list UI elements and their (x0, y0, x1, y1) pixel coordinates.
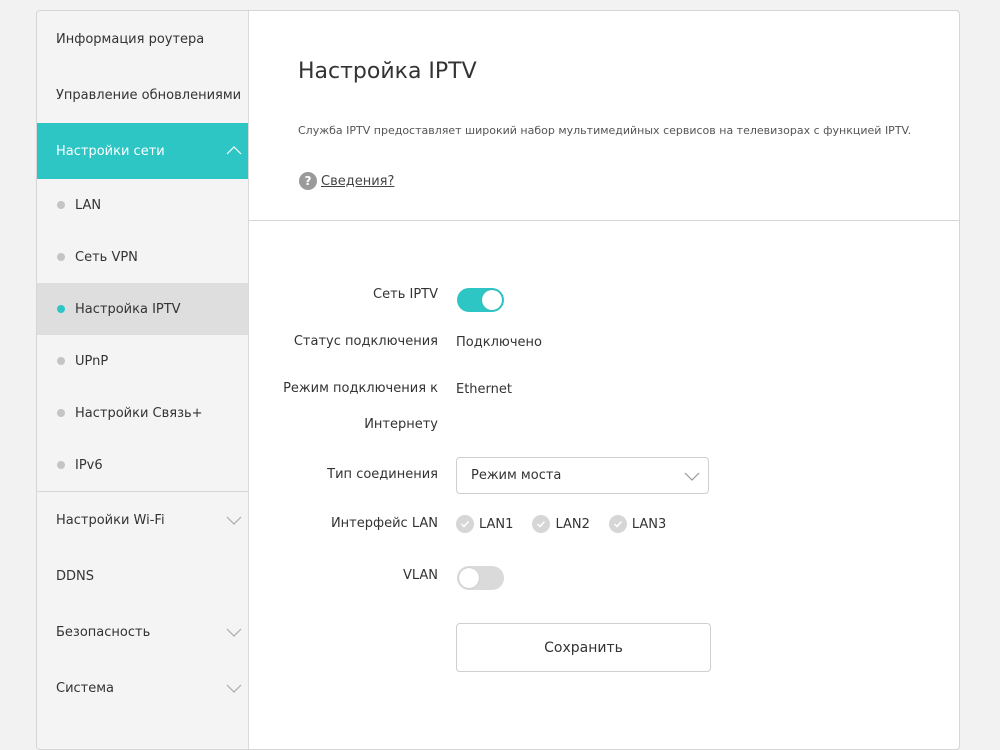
status-value: Подключено (456, 335, 542, 350)
sidebar-item-ddns[interactable]: DDNS (37, 548, 248, 604)
lan3-checkbox[interactable]: LAN3 (608, 515, 667, 533)
chevron-down-icon (226, 516, 242, 525)
network-submenu: LAN Сеть VPN Настройка IPTV UPnP Настрой… (37, 179, 248, 492)
sidebar: Информация роутера Управление обновления… (37, 11, 249, 749)
page-description: Служба IPTV предоставляет широкий набор … (298, 124, 912, 137)
sidebar-item-label: Настройки сети (56, 143, 165, 159)
bullet-dot-icon (57, 305, 65, 313)
sidebar-item-router-info[interactable]: Информация роутера (37, 11, 248, 67)
main-content: Настройка IPTV Служба IPTV предоставляет… (249, 11, 959, 749)
check-icon (608, 515, 627, 533)
lan-label: Интерфейс LAN (330, 516, 438, 531)
lan-option-label: LAN3 (631, 516, 667, 532)
save-button[interactable]: Сохранить (456, 623, 711, 672)
sidebar-subitem-label: UPnP (75, 353, 109, 369)
lan-option-label: LAN1 (479, 516, 514, 532)
lan1-checkbox[interactable]: LAN1 (456, 515, 513, 533)
sidebar-subitem-iptv[interactable]: Настройка IPTV (37, 283, 248, 335)
page-title: Настройка IPTV (298, 59, 477, 84)
sidebar-item-system[interactable]: Система (37, 660, 248, 716)
question-icon: ? (299, 172, 317, 190)
iptv-label: Сеть IPTV (373, 287, 438, 302)
sidebar-item-label: Система (56, 680, 115, 696)
type-label: Тип соединения (327, 467, 438, 482)
app-frame: Информация роутера Управление обновления… (36, 10, 960, 750)
sidebar-subitem-vpn[interactable]: Сеть VPN (37, 231, 248, 283)
bullet-dot-icon (57, 201, 65, 209)
sidebar-subitem-label: Сеть VPN (75, 249, 138, 265)
sidebar-subitem-ipv6[interactable]: IPv6 (37, 439, 248, 491)
lan2-checkbox[interactable]: LAN2 (532, 515, 590, 533)
bullet-dot-icon (57, 409, 65, 417)
bullet-dot-icon (57, 357, 65, 365)
lan-option-label: LAN2 (555, 516, 590, 532)
sidebar-subitem-upnp[interactable]: UPnP (37, 335, 248, 387)
sidebar-subitem-label: Настройки Связь+ (75, 405, 203, 421)
sidebar-item-label: Безопасность (56, 624, 151, 640)
chevron-down-icon (226, 684, 242, 693)
toggle-knob (482, 290, 502, 310)
sidebar-subitem-lan[interactable]: LAN (37, 179, 248, 231)
chevron-up-icon (226, 146, 242, 155)
chevron-down-icon (226, 628, 242, 637)
sidebar-item-label: Управление обновлениями (56, 87, 242, 103)
sidebar-subitem-svyaz[interactable]: Настройки Связь+ (37, 387, 248, 439)
info-help: ? Сведения? (299, 172, 394, 190)
vlan-toggle[interactable] (457, 566, 504, 590)
chevron-down-icon (684, 472, 700, 481)
vlan-label: VLAN (402, 568, 438, 583)
mode-label: Режим подключения к (283, 381, 438, 396)
mode-value: Ethernet (456, 382, 512, 397)
sidebar-item-updates[interactable]: Управление обновлениями (37, 67, 248, 123)
check-icon (456, 515, 474, 533)
sidebar-subitem-label: IPv6 (75, 457, 103, 473)
page-header: Настройка IPTV Служба IPTV предоставляет… (249, 11, 959, 221)
sidebar-item-label: Информация роутера (56, 31, 205, 47)
sidebar-item-wifi[interactable]: Настройки Wi-Fi (37, 492, 248, 548)
sidebar-subitem-label: Настройка IPTV (75, 301, 181, 317)
sidebar-item-network[interactable]: Настройки сети (37, 123, 248, 179)
iptv-toggle[interactable] (457, 288, 504, 312)
check-icon (532, 515, 551, 533)
sidebar-item-security[interactable]: Безопасность (37, 604, 248, 660)
bullet-dot-icon (57, 461, 65, 469)
sidebar-item-label: Настройки Wi-Fi (56, 512, 165, 528)
select-value: Режим моста (471, 468, 562, 483)
connection-type-select[interactable]: Режим моста (456, 457, 709, 494)
lan-options: LAN1 LAN2 LAN3 (456, 515, 685, 533)
status-label: Статус подключения (293, 334, 438, 349)
info-link[interactable]: Сведения? (321, 174, 394, 189)
mode-label-line2: Интернету (364, 417, 438, 432)
sidebar-item-label: DDNS (56, 568, 94, 584)
bullet-dot-icon (57, 253, 65, 261)
sidebar-subitem-label: LAN (75, 197, 102, 213)
toggle-knob (459, 568, 479, 588)
